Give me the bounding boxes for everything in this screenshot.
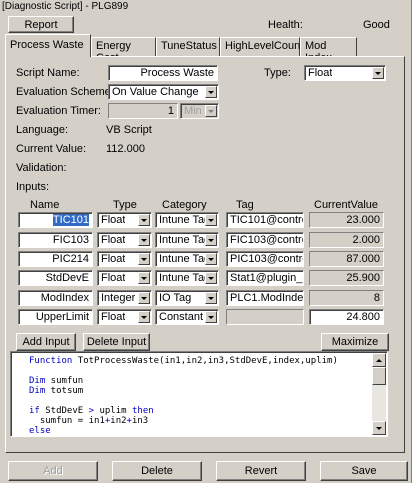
input-type-value: Float: [101, 311, 126, 323]
input-type-select[interactable]: Float: [97, 309, 152, 325]
code-line: Dim sumfun: [29, 376, 84, 386]
inputs-label: Inputs:: [16, 181, 50, 193]
input-category-value: Intune Tag: [159, 234, 205, 246]
chevron-down-icon[interactable]: [205, 311, 217, 323]
diagnostic-script-window: [Diagnostic Script] - PLG899 Report Heal…: [0, 0, 412, 483]
input-current-value: 87.000: [309, 251, 384, 267]
input-type-select[interactable]: Float: [97, 270, 152, 286]
input-type-select[interactable]: Float: [97, 212, 152, 228]
evaluation-scheme-value: On Value Change: [112, 86, 199, 98]
current-value: 112.000: [106, 143, 145, 155]
input-tag-field[interactable]: PLC1.ModIndex: [226, 290, 304, 306]
chevron-down-icon[interactable]: [138, 311, 150, 323]
input-current-value: 2.000: [309, 232, 384, 248]
input-name-text: TIC101: [52, 214, 89, 226]
code-line: else: [29, 426, 51, 436]
input-type-value: Integer: [101, 292, 136, 304]
current-value-label: Current Value:: [16, 143, 87, 155]
input-category-select[interactable]: Intune Tag: [155, 270, 219, 286]
column-header-name: Name: [30, 199, 60, 211]
evaluation-scheme-select[interactable]: On Value Change: [108, 84, 219, 100]
code-scrollbar[interactable]: [372, 353, 386, 435]
input-type-select[interactable]: Float: [97, 251, 152, 267]
code-line: Function TotProcessWaste(in1,in2,in3,Std…: [29, 356, 338, 366]
evaluation-timer-input: 1: [108, 103, 178, 119]
input-type-select[interactable]: Integer: [97, 290, 152, 306]
maximize-button[interactable]: Maximize: [321, 333, 389, 351]
chevron-down-icon[interactable]: [372, 67, 384, 79]
scroll-down-icon[interactable]: [372, 421, 386, 435]
code-line: if StdDevE > uplim then: [29, 406, 154, 416]
input-name-field[interactable]: StdDevE: [18, 270, 93, 286]
chevron-down-icon[interactable]: [138, 272, 150, 284]
evaluation-scheme-label: Evaluation Scheme:: [16, 86, 114, 98]
input-category-value: Intune Tag: [159, 253, 205, 265]
chevron-down-icon[interactable]: [205, 234, 217, 246]
scroll-thumb[interactable]: [372, 367, 386, 385]
chevron-down-icon[interactable]: [138, 292, 150, 304]
chevron-down-icon: [205, 105, 217, 117]
input-type-select[interactable]: Float: [97, 232, 152, 248]
script-name-input[interactable]: Process Waste: [108, 65, 218, 81]
chevron-down-icon[interactable]: [205, 272, 217, 284]
evaluation-timer-unit-select: Min: [180, 103, 219, 119]
input-name-field[interactable]: TIC101: [18, 212, 93, 228]
input-current-value[interactable]: 24.800: [309, 309, 384, 325]
input-type-value: Float: [101, 234, 126, 246]
column-header-type: Type: [113, 199, 137, 211]
input-tag-field[interactable]: Stat1@plugin_s: [226, 270, 304, 286]
input-category-value: IO Tag: [159, 292, 192, 304]
input-category-value: Constant: [159, 311, 204, 323]
input-tag-field[interactable]: FIC103@control: [226, 232, 304, 248]
add-input-button[interactable]: Add Input: [16, 333, 76, 351]
code-line: sumfun = in1+in2+in3: [29, 416, 149, 426]
input-category-select[interactable]: Intune Tag: [155, 232, 219, 248]
input-type-value: Float: [101, 253, 126, 265]
evaluation-timer-unit-value: Min: [184, 105, 202, 117]
input-name-field[interactable]: FIC103: [18, 232, 93, 248]
input-tag-field[interactable]: PIC103@control: [226, 251, 304, 267]
input-category-value: Intune Tag: [159, 214, 205, 226]
type-label: Type:: [264, 67, 291, 79]
input-category-select[interactable]: Intune Tag: [155, 212, 219, 228]
input-name-field[interactable]: PIC214: [18, 251, 93, 267]
script-name-label: Script Name:: [16, 67, 80, 79]
input-tag-field: [226, 309, 304, 325]
chevron-down-icon[interactable]: [138, 214, 150, 226]
input-type-value: Float: [101, 214, 126, 226]
input-category-select[interactable]: IO Tag: [155, 290, 219, 306]
type-select-value: Float: [308, 67, 333, 79]
input-name-field[interactable]: UpperLimit: [18, 309, 93, 325]
column-header-current-value: CurrentValue: [314, 199, 378, 211]
input-current-value: 23.000: [309, 212, 384, 228]
validation-label: Validation:: [16, 162, 67, 174]
code-line: Dim totsum: [29, 386, 84, 396]
evaluation-timer-label: Evaluation Timer:: [16, 105, 101, 117]
language-value: VB Script: [106, 124, 152, 136]
input-category-select[interactable]: Intune Tag: [155, 251, 219, 267]
type-select[interactable]: Float: [304, 65, 386, 81]
scroll-up-icon[interactable]: [372, 353, 386, 367]
input-category-select[interactable]: Constant: [155, 309, 219, 325]
delete-input-button[interactable]: Delete Input: [83, 333, 150, 351]
input-tag-field[interactable]: TIC101@control: [226, 212, 304, 228]
input-current-value: 8: [309, 290, 384, 306]
chevron-down-icon[interactable]: [205, 253, 217, 265]
input-type-value: Float: [101, 272, 126, 284]
input-category-value: Intune Tag: [159, 272, 205, 284]
input-current-value: 25.900: [309, 270, 384, 286]
language-label: Language:: [16, 124, 68, 136]
script-code-editor[interactable]: Function TotProcessWaste(in1,in2,in3,Std…: [10, 351, 388, 437]
chevron-down-icon[interactable]: [205, 86, 217, 98]
chevron-down-icon[interactable]: [205, 292, 217, 304]
chevron-down-icon[interactable]: [205, 214, 217, 226]
input-name-field[interactable]: ModIndex: [18, 290, 93, 306]
chevron-down-icon[interactable]: [138, 234, 150, 246]
chevron-down-icon[interactable]: [138, 253, 150, 265]
column-header-category: Category: [162, 199, 207, 211]
column-header-tag: Tag: [236, 199, 254, 211]
